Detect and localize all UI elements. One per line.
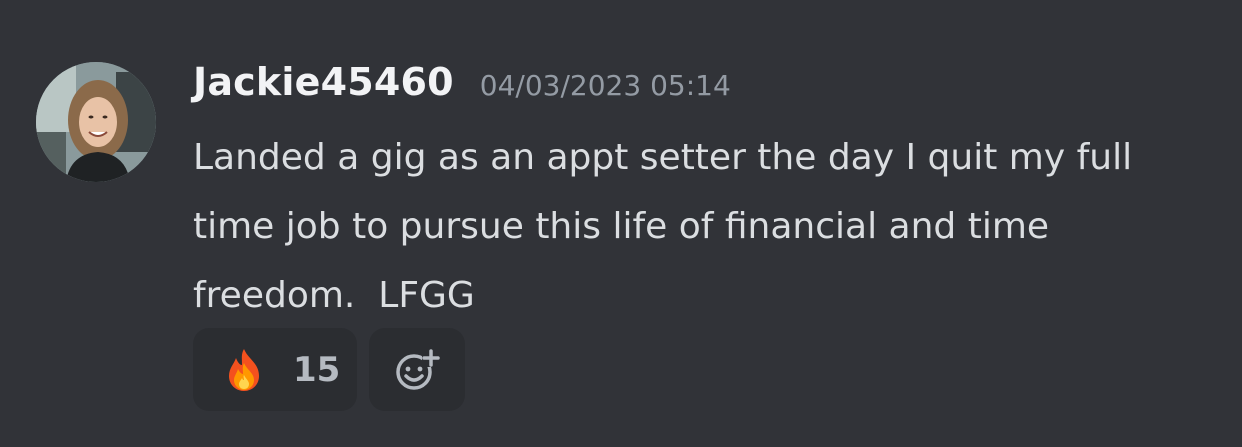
username[interactable]: Jackie45460 [193,60,454,104]
fire-emoji-icon [229,348,259,391]
add-reaction-icon [396,348,440,390]
avatar[interactable] [36,62,156,182]
reaction-bar: 15 [193,328,465,411]
timestamp: 04/03/2023 05:14 [479,69,731,102]
reaction-count: 15 [293,349,341,390]
message-header: Jackie45460 04/03/2023 05:14 [193,60,731,110]
add-reaction-button[interactable] [369,328,465,411]
message-content: Landed a gig as an appt setter the day I… [193,137,1144,316]
avatar-photo [36,62,156,182]
reaction-fire[interactable]: 15 [193,328,357,411]
chat-message: Jackie45460 04/03/2023 05:14 Landed a gi… [0,0,1242,447]
